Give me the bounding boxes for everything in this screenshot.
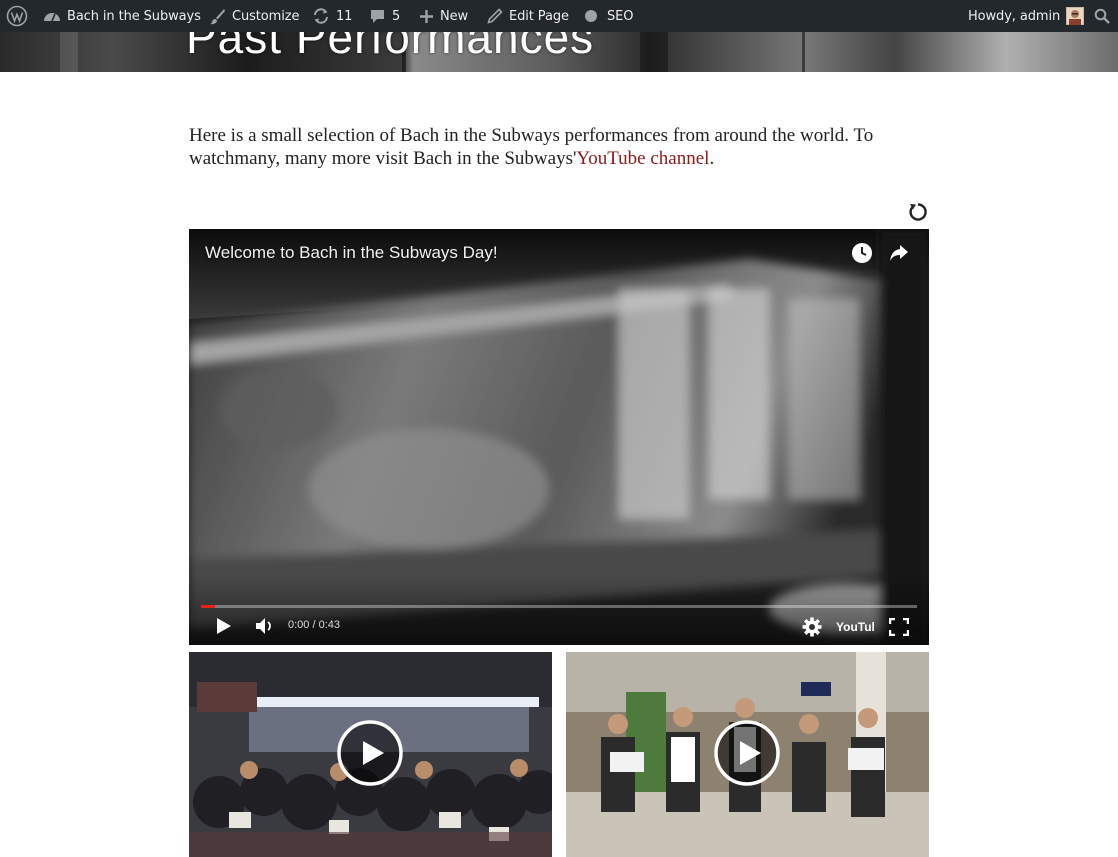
time-display: 0:00 / 0:43 <box>288 619 340 631</box>
volume-button[interactable] <box>255 617 275 640</box>
comment-icon <box>369 8 386 25</box>
account-menu[interactable]: Howdy, admin <box>968 0 1085 32</box>
video-thumbnail-2[interactable] <box>566 652 929 857</box>
main-video-player[interactable]: Welcome to Bach in the Subways Day! 0:00… <box>189 229 929 645</box>
pencil-icon <box>487 8 503 24</box>
video-thumbnail-1[interactable] <box>189 652 552 857</box>
play-circle-icon <box>337 720 403 786</box>
play-icon <box>217 618 231 634</box>
customize-label: Customize <box>232 8 300 24</box>
reload-button[interactable] <box>907 201 929 223</box>
settings-button[interactable] <box>802 617 822 642</box>
progress-bar[interactable] <box>201 605 917 608</box>
seo-label: SEO <box>607 8 634 24</box>
fullscreen-button[interactable] <box>888 617 910 641</box>
fullscreen-icon <box>888 617 910 637</box>
video-title[interactable]: Welcome to Bach in the Subways Day! <box>205 243 498 263</box>
thumbnail-play-button[interactable] <box>714 720 780 786</box>
search-icon <box>1094 8 1110 24</box>
dashboard-icon <box>43 8 61 24</box>
progress-played <box>201 605 216 608</box>
intro-end: . <box>709 148 715 169</box>
share-icon <box>890 245 908 261</box>
gear-icon <box>802 617 822 637</box>
new-content-menu[interactable]: New <box>419 0 468 32</box>
seo-menu[interactable]: SEO <box>584 0 634 32</box>
play-button[interactable] <box>216 617 232 640</box>
reload-icon <box>909 203 927 221</box>
wordpress-logo-icon <box>6 5 28 27</box>
share-button[interactable] <box>889 243 909 268</box>
page-title: Past Performances <box>186 32 595 63</box>
youtube-logo-button[interactable]: YouTube <box>836 617 886 642</box>
comments-count: 5 <box>392 8 401 24</box>
site-name-label: Bach in the Subways <box>67 8 201 24</box>
watch-later-button[interactable] <box>851 242 873 269</box>
seo-dot-icon <box>584 9 598 23</box>
volume-icon <box>256 618 271 634</box>
updates-link[interactable]: 11 <box>312 0 352 32</box>
clock-icon <box>852 243 872 263</box>
edit-page-label: Edit Page <box>509 8 569 24</box>
customize-link[interactable]: Customize <box>209 0 299 32</box>
youtube-channel-link[interactable]: YouTube channel <box>576 148 709 169</box>
intro-text: Here is a small selection of Bach in the… <box>189 125 874 169</box>
updates-count: 11 <box>336 8 353 24</box>
brush-icon <box>209 8 226 25</box>
new-label: New <box>440 8 469 24</box>
header-image: Past Performances <box>0 32 1118 72</box>
edit-page-link[interactable]: Edit Page <box>487 0 569 32</box>
youtube-logo-icon: YouTube <box>836 620 886 634</box>
intro-paragraph: Here is a small selection of Bach in the… <box>189 124 949 170</box>
admin-search[interactable] <box>1094 0 1110 32</box>
plus-icon <box>419 9 434 24</box>
svg-text:YouTube: YouTube <box>836 620 874 634</box>
site-name-menu[interactable]: Bach in the Subways <box>43 0 201 32</box>
comments-link[interactable]: 5 <box>369 0 400 32</box>
avatar <box>1066 7 1085 25</box>
greeting-label: Howdy, admin <box>968 8 1061 24</box>
admin-bar: Bach in the Subways Customize 11 5 New E… <box>0 0 1118 32</box>
wordpress-menu[interactable] <box>6 0 28 32</box>
updates-icon <box>312 7 330 25</box>
thumbnail-play-button[interactable] <box>337 720 403 786</box>
play-circle-icon <box>714 720 780 786</box>
